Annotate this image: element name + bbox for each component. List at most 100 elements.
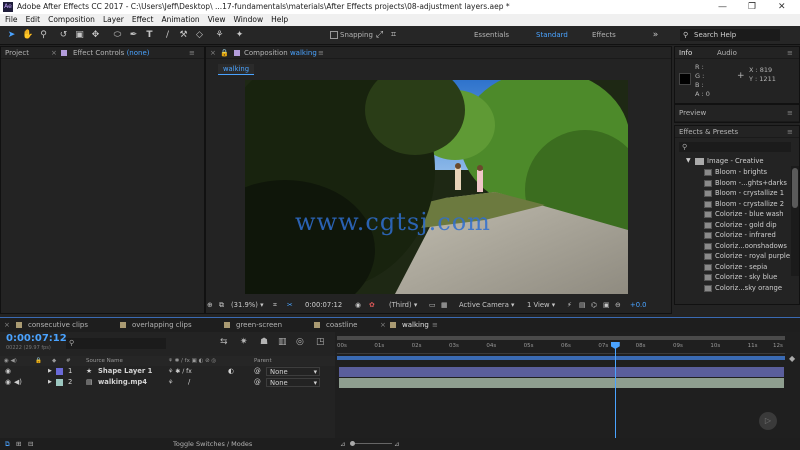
tab-effect-controls[interactable]: Effect Controls (none) (73, 47, 150, 59)
menu-window[interactable]: Window (234, 15, 264, 24)
views-dropdown[interactable]: 1 View ▾ (527, 298, 555, 312)
time-ruler[interactable]: 00s 01s 02s 03s 04s 05s 06s 07s 08s 09s 10s 11s 12s (337, 342, 785, 354)
clone-stamp-tool-icon[interactable]: ⚒ (178, 29, 189, 41)
channel-icon[interactable]: ✿ (369, 298, 375, 312)
transparency-grid-icon[interactable]: ▦ (441, 298, 447, 312)
layer-switches-toggle-icon[interactable]: ⧉ (5, 438, 10, 450)
close-walking-tab-icon[interactable]: × (380, 318, 386, 332)
layer-switches-icon[interactable]: ⚘ (168, 377, 173, 388)
always-preview-icon[interactable]: ⊕ (207, 298, 213, 312)
audio-icon[interactable]: ◀) (14, 377, 22, 388)
tab-composition[interactable]: Composition walking (244, 47, 317, 59)
pen-tool-icon[interactable]: ✒ (128, 29, 139, 41)
tab-preview[interactable]: Preview (679, 105, 706, 122)
effect-preset-item[interactable]: Bloom - crystallize 2 (715, 199, 784, 209)
in-out-toggle-icon[interactable]: ⊟ (28, 438, 33, 450)
layer-switches-icon[interactable]: ⚘ ✱ ∕ fx (168, 366, 192, 377)
snapshot-icon[interactable]: ◉ (355, 298, 361, 312)
parent-column[interactable]: Parent (254, 356, 272, 366)
zoom-dropdown[interactable]: (31.9%) ▾ (231, 298, 263, 312)
draft-3d-icon[interactable]: ✷ (240, 337, 248, 347)
timeline-tab-walking[interactable]: walking (390, 318, 429, 333)
effect-preset-item[interactable]: Colorize - royal purple (715, 251, 790, 261)
layer-label-color[interactable] (56, 379, 63, 386)
timeline-tab-overlapping-clips[interactable]: overlapping clips (120, 318, 192, 332)
menu-effect[interactable]: Effect (132, 15, 154, 24)
effect-preset-item[interactable]: Coloriz...oonshadows (715, 241, 787, 251)
effect-preset-item[interactable]: Colorize - gold dip (715, 220, 777, 230)
folder-expand-icon[interactable]: ▼ (686, 157, 691, 164)
parent-dropdown[interactable]: None ▾ (266, 367, 320, 376)
effect-preset-item[interactable]: Colorize - blue wash (715, 209, 784, 219)
time-zoom-slider[interactable] (352, 443, 392, 444)
effect-preset-item[interactable]: Colorize - infrared (715, 230, 776, 240)
tab-info[interactable]: Info (679, 47, 692, 59)
eraser-tool-icon[interactable]: ◇ (194, 29, 205, 41)
menu-help[interactable]: Help (271, 15, 288, 24)
pickwhip-icon[interactable]: @ (254, 377, 261, 388)
brush-tool-icon[interactable]: / (162, 29, 173, 41)
zoom-tool-icon[interactable]: ⚲ (38, 29, 49, 41)
timeline-tab-coastline[interactable]: coastline (314, 318, 357, 332)
hand-tool-icon[interactable]: ✋ (22, 29, 33, 41)
motion-blur-switch-icon[interactable]: ◐ (228, 366, 234, 377)
menu-edit[interactable]: Edit (26, 15, 41, 24)
effects-scroll-thumb[interactable] (792, 168, 798, 208)
fast-preview-icon[interactable]: ⚡ (567, 298, 572, 312)
layer-row[interactable]: ◉ ▶ 1 ★ Shape Layer 1 ⚘ ✱ ∕ fx ◐ @ None ▾ (0, 366, 335, 377)
comp-breadcrumb[interactable]: walking (218, 64, 255, 75)
tab-project[interactable]: Project (5, 47, 29, 59)
puppet-pin-tool-icon[interactable]: ✦ (234, 29, 245, 41)
toggle-switches-modes[interactable]: Toggle Switches / Modes (173, 438, 252, 450)
pan-behind-tool-icon[interactable]: ✥ (90, 29, 101, 41)
composition-viewer[interactable]: www.cgtsj.com (245, 80, 628, 294)
camera-tool-icon[interactable]: ▣ (74, 29, 85, 41)
zoom-in-icon[interactable]: ◆ (789, 354, 795, 363)
info-panel-menu-icon[interactable]: ≡ (787, 47, 793, 59)
flowchart-icon[interactable]: ⌬ (591, 298, 597, 312)
effects-search-field[interactable]: ⚲ (679, 142, 791, 152)
workspace-effects[interactable]: Effects (592, 29, 616, 41)
camera-dropdown[interactable]: Active Camera ▾ (459, 298, 514, 312)
visibility-icon[interactable]: ◉ (5, 377, 11, 388)
layer-name[interactable]: walking.mp4 (98, 377, 147, 388)
comp-panel-menu-icon[interactable]: ≡ (318, 47, 324, 59)
menu-layer[interactable]: Layer (103, 15, 124, 24)
timeline-tab-green-screen[interactable]: green-screen (224, 318, 282, 332)
comp-mini-flowchart-icon[interactable]: ⇆ (220, 337, 228, 347)
effect-preset-item[interactable]: Bloom -...ghts+darks (715, 178, 787, 188)
zoom-in-time-icon[interactable]: ⊿ (394, 438, 399, 450)
mask-visibility-icon[interactable]: ✂ (287, 298, 293, 312)
tab-audio[interactable]: Audio (717, 47, 737, 59)
shy-icon[interactable]: ☗ (260, 337, 268, 347)
menu-animation[interactable]: Animation (161, 15, 199, 24)
roto-brush-tool-icon[interactable]: ⚘ (214, 29, 225, 41)
motion-blur-icon[interactable]: ◎ (296, 337, 304, 347)
effects-scrollbar[interactable] (791, 166, 799, 276)
work-area-range[interactable] (337, 336, 785, 340)
close-comp-tab-icon[interactable]: × (210, 47, 216, 59)
snapping-checkbox[interactable] (330, 31, 338, 39)
frame-blending-icon[interactable]: ▥ (278, 337, 287, 347)
effect-preset-item[interactable]: Colorize - sepia (715, 262, 767, 272)
workspace-essentials[interactable]: Essentials (474, 29, 509, 41)
effect-preset-item[interactable]: Bloom - crystallize 1 (715, 188, 784, 198)
timeline-graph-area[interactable]: 00s 01s 02s 03s 04s 05s 06s 07s 08s 09s 10s 11s 12s … (335, 332, 800, 438)
zoom-out-icon[interactable]: ⊿ (340, 438, 345, 450)
preview-panel-menu-icon[interactable]: ≡ (787, 105, 793, 122)
layer-duration-bar[interactable] (339, 378, 784, 388)
effect-preset-item[interactable]: Coloriz...sky orange (715, 283, 782, 293)
work-area-bar[interactable] (337, 336, 785, 340)
workspace-overflow-icon[interactable]: » (650, 29, 661, 41)
selection-tool-icon[interactable]: ➤ (6, 29, 17, 41)
effects-folder-label[interactable]: Image - Creative (707, 156, 764, 166)
viewer-timecode[interactable]: 0:00:07:12 (305, 298, 342, 312)
lock-icon[interactable]: 🔒 (220, 47, 229, 59)
effect-preset-item[interactable]: Bloom - brights (715, 167, 767, 177)
close-button[interactable]: ✕ (778, 0, 786, 14)
transfer-controls-icon[interactable]: ⊞ (16, 438, 21, 450)
minimize-button[interactable]: — (718, 0, 727, 14)
timeline-timecode[interactable]: 0:00:07:12 (6, 333, 67, 345)
layer-label-color[interactable] (56, 368, 63, 375)
visibility-icon[interactable]: ◉ (5, 366, 11, 377)
